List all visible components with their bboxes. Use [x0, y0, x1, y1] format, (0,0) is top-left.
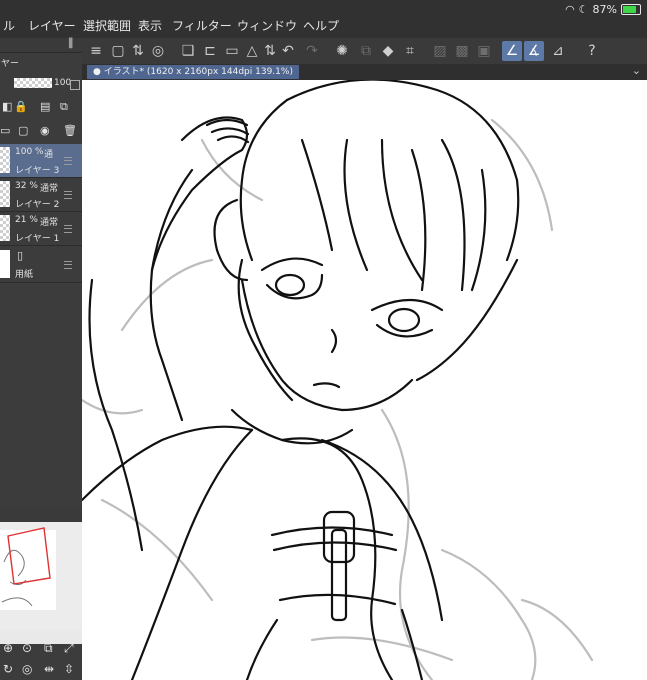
- battery-percent: 87%: [592, 3, 617, 16]
- rotate-icon[interactable]: ↻: [3, 662, 13, 676]
- menu-icon[interactable]: ≡: [86, 41, 106, 61]
- layer-row[interactable]: 100 % 通 レイヤー 3: [0, 144, 82, 178]
- snap-grid-icon[interactable]: ⊿: [548, 41, 568, 61]
- layer-row[interactable]: ▯ 用紙: [0, 246, 82, 283]
- opacity-value: 100: [54, 78, 72, 88]
- layer-name: レイヤー 2: [15, 200, 60, 210]
- layer-copy-icon[interactable]: ⧉: [356, 41, 376, 61]
- layer-row[interactable]: 21 % 通常 レイヤー 1: [0, 212, 82, 246]
- chevron-down-icon[interactable]: ⌄: [632, 64, 641, 77]
- command-bar: ≡ ▢ ⇅ ◎ ❑ ⊏ ▭ △ ⇅ ↶ ↷ ✺ ⧉ ◆ ⌗ ▨ ▩ ▣ ∠ ∡ …: [82, 38, 647, 65]
- redo-icon[interactable]: ↷: [302, 41, 322, 61]
- save-icon[interactable]: ▭: [222, 41, 242, 61]
- menu-layer[interactable]: レイヤー: [28, 17, 76, 34]
- canvas-tab-bar: ● イラスト* (1620 x 2160px 144dpi 139.1%) ⌄: [82, 64, 647, 80]
- export-icon[interactable]: △: [242, 41, 262, 61]
- layer-thumbnail: [0, 181, 10, 207]
- battery-icon: [621, 4, 641, 15]
- loading-icon[interactable]: ✺: [332, 41, 352, 61]
- drawing-canvas[interactable]: [82, 80, 647, 680]
- flip-vertical-icon[interactable]: ⇳: [64, 662, 74, 676]
- draft-icon[interactable]: ◧: [2, 100, 12, 113]
- open-folder-icon[interactable]: ⊏: [200, 41, 220, 61]
- wifi-icon: ◠: [565, 3, 575, 16]
- drag-handle-icon[interactable]: [64, 225, 72, 233]
- flip-horizontal-icon[interactable]: ⇹: [44, 662, 54, 676]
- layer-panel-title: ヤー: [1, 59, 20, 69]
- layer-name: 用紙: [15, 270, 34, 280]
- trash-icon[interactable]: 🗑: [63, 124, 77, 137]
- menu-filter[interactable]: フィルター: [172, 17, 232, 34]
- menu-selection[interactable]: 選択範囲: [83, 17, 131, 34]
- line-art: [82, 80, 594, 680]
- swap-arrows-icon-2[interactable]: ⇅: [260, 41, 280, 61]
- paper-icon: ▯: [17, 249, 24, 262]
- status-bar: ◠ ☾ 87%: [565, 3, 641, 16]
- lock-icon[interactable]: 🔒: [14, 100, 28, 113]
- new-layer-icon[interactable]: ▭: [0, 124, 10, 137]
- drag-handle-icon[interactable]: [64, 261, 72, 269]
- menu-window[interactable]: ウィンドウ: [237, 17, 297, 34]
- layer-thumbnail: [0, 147, 10, 173]
- new-file-icon[interactable]: ❑: [178, 41, 198, 61]
- menu-help[interactable]: ヘルプ: [303, 17, 339, 34]
- mask-icon[interactable]: ◉: [40, 124, 50, 137]
- drag-handle-icon[interactable]: [64, 157, 72, 165]
- menu-partial[interactable]: ル: [3, 17, 15, 34]
- snap-ruler-icon[interactable]: ∠: [502, 41, 522, 61]
- layer-opacity: 100 %: [15, 147, 44, 157]
- menu-view[interactable]: 表示: [138, 17, 162, 34]
- canvas-tab[interactable]: ● イラスト* (1620 x 2160px 144dpi 139.1%): [87, 65, 299, 79]
- clear-icon[interactable]: ▨: [430, 41, 450, 61]
- crop-icon[interactable]: ⌗: [400, 41, 420, 61]
- spiral-icon[interactable]: ◎: [148, 41, 168, 61]
- layer-name: レイヤー 3: [15, 166, 60, 176]
- layer-thumbnail: [0, 250, 10, 278]
- panel-tabs: ▌: [0, 38, 82, 53]
- snap-special-icon[interactable]: ∡: [524, 41, 544, 61]
- clip-icon[interactable]: ⧉: [60, 100, 68, 114]
- reset-rotate-icon[interactable]: ◎: [22, 662, 32, 676]
- layer-blend-mode: 通常: [40, 184, 59, 194]
- undo-icon[interactable]: ↶: [278, 41, 298, 61]
- lock-transparent-icon[interactable]: ▤: [40, 100, 50, 113]
- clear-outside-icon[interactable]: ▩: [452, 41, 472, 61]
- opacity-slider[interactable]: [14, 78, 52, 88]
- drag-handle-icon[interactable]: [64, 191, 72, 199]
- layer-blend-mode: 通常: [40, 218, 59, 228]
- layer-blend-mode: 通: [44, 150, 54, 160]
- menu-bar: ル レイヤー 選択範囲 表示 フィルター ウィンドウ ヘルプ ◠ ☾ 87%: [0, 0, 647, 38]
- layer-opacity: 21 %: [15, 215, 38, 225]
- folder-icon[interactable]: ▢: [18, 124, 28, 137]
- layer-name: レイヤー 1: [15, 234, 60, 244]
- navigator-thumbnail: [0, 522, 82, 630]
- layer-thumbnail: [0, 215, 10, 241]
- help-icon[interactable]: ?: [582, 41, 602, 61]
- moon-icon: ☾: [578, 3, 589, 16]
- navigator-preview[interactable]: [0, 508, 82, 644]
- opacity-stepper[interactable]: [70, 80, 80, 90]
- layer-row[interactable]: 32 % 通常 レイヤー 2: [0, 178, 82, 212]
- fill-icon[interactable]: ◆: [378, 41, 398, 61]
- swap-arrows-icon[interactable]: ⇅: [128, 41, 148, 61]
- layer-opacity: 32 %: [15, 181, 38, 191]
- selection-icon[interactable]: ▣: [474, 41, 494, 61]
- new-canvas-icon[interactable]: ▢: [108, 41, 128, 61]
